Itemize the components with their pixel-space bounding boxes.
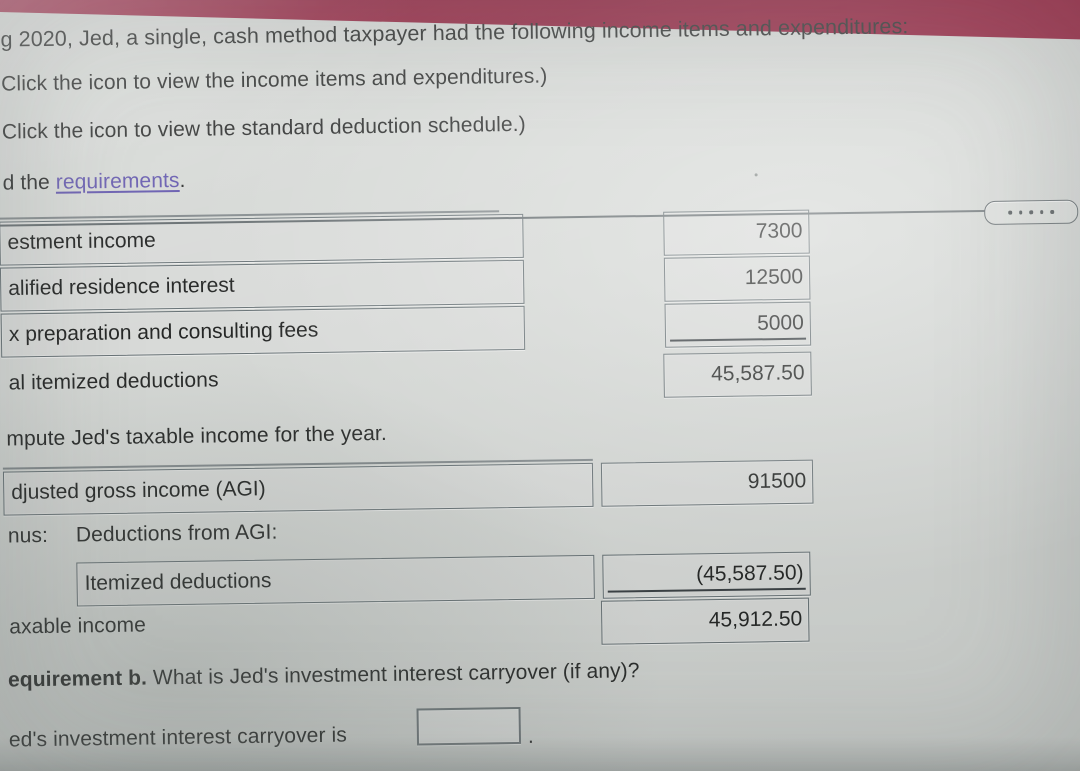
worksheet-content-plane: g 2020, Jed, a single, cash method taxpa… [0, 0, 1080, 771]
label-text-taxable-income: axable income [9, 613, 147, 639]
minus-label: nus: [7, 523, 49, 548]
requirements-link[interactable]: requirements [56, 169, 180, 194]
value-field-itemized-deductions[interactable]: (45,587.50) [602, 551, 811, 599]
requirements-line: d the requirements. [2, 168, 186, 195]
value-text-qualified-residence-interest: 12500 [744, 265, 804, 290]
requirements-lead-text: d the [2, 170, 56, 195]
problem-intro-text: g 2020, Jed, a single, cash method taxpa… [0, 14, 909, 52]
label-text-tax-preparation-fees: x preparation and consulting fees [8, 318, 319, 347]
value-field-total-itemized-deductions[interactable]: 45,587.50 [663, 351, 812, 398]
photographed-screen: g 2020, Jed, a single, cash method taxpa… [0, 0, 1080, 771]
value-text-total-itemized-deductions: 45,587.50 [710, 361, 805, 386]
value-field-investment-income[interactable]: 7300 [663, 209, 810, 256]
carryover-answer-input[interactable] [416, 706, 522, 746]
handle-dot-icon [1008, 210, 1012, 215]
handle-dot-icon [1050, 210, 1054, 214]
value-text-agi: 91500 [747, 469, 807, 494]
label-text-agi: djusted gross income (AGI) [11, 477, 266, 504]
requirement-b-heading: equirement b. What is Jed's investment i… [7, 659, 640, 692]
label-field-tax-preparation-fees[interactable]: x preparation and consulting fees [0, 305, 526, 358]
label-field-itemized-deductions[interactable]: Itemized deductions [76, 554, 595, 607]
value-field-taxable-income[interactable]: 45,912.50 [600, 597, 810, 645]
value-text-investment-income: 7300 [755, 219, 803, 243]
carryover-answer-label: ed's investment interest carryover is [8, 723, 348, 752]
value-text-itemized-deductions: (45,587.50) [695, 561, 804, 586]
income-items-icon-hint[interactable]: Click the icon to view the income items … [1, 64, 548, 95]
label-field-qualified-residence-interest[interactable]: alified residence interest [0, 259, 525, 312]
value-field-qualified-residence-interest[interactable]: 12500 [663, 255, 811, 302]
screen-speck [754, 173, 758, 177]
handle-dot-icon [1018, 210, 1023, 215]
deductions-from-agi-label: Deductions from AGI: [75, 520, 278, 547]
label-field-agi[interactable]: djusted gross income (AGI) [2, 462, 594, 516]
value-field-agi[interactable]: 91500 [600, 459, 814, 507]
taxable-income-instruction: mpute Jed's taxable income for the year. [6, 421, 387, 451]
handle-dot-icon [1039, 210, 1044, 214]
label-text-investment-income: estment income [7, 228, 156, 255]
requirement-b-label: equirement b. [7, 666, 148, 692]
value-text-tax-preparation-fees: 5000 [756, 311, 804, 335]
requirements-tail-text: . [179, 168, 186, 192]
requirement-b-question: What is Jed's investment interest carryo… [146, 659, 640, 690]
value-field-tax-preparation-fees[interactable]: 5000 [664, 301, 812, 348]
label-text-qualified-residence-interest: alified residence interest [8, 273, 235, 301]
label-text-total-itemized-deductions: al itemized deductions [8, 368, 219, 395]
label-text-itemized-deductions: Itemized deductions [84, 569, 272, 595]
standard-deduction-icon-hint[interactable]: Click the icon to view the standard dedu… [2, 113, 526, 144]
pane-splitter-handle[interactable] [984, 199, 1079, 226]
value-text-taxable-income: 45,912.50 [708, 607, 803, 632]
carryover-answer-period: . [527, 724, 535, 748]
handle-dot-icon [1029, 210, 1033, 215]
